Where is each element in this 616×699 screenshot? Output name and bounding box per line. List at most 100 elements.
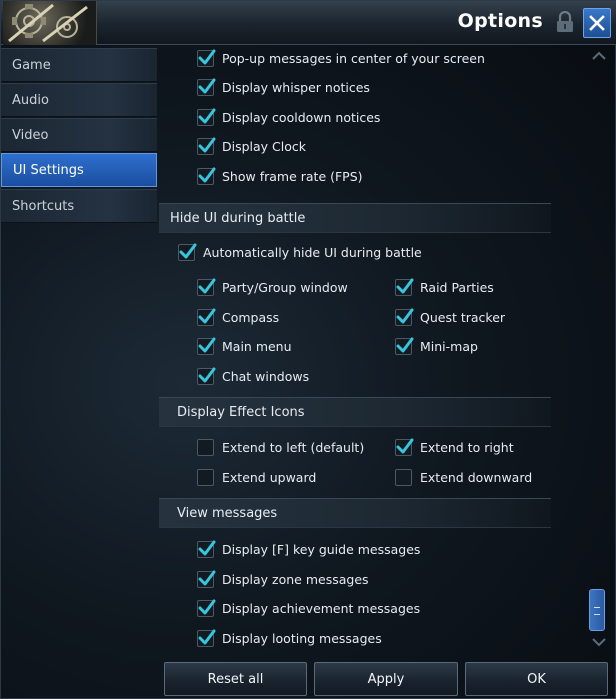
checkbox[interactable] <box>197 438 214 456</box>
options-window: Options Game Audio Video UI Settings Sho… <box>0 0 616 699</box>
option-label: Main menu <box>222 338 292 354</box>
option-quest-tracker[interactable]: Quest tracker <box>395 306 505 328</box>
check-icon <box>198 629 216 644</box>
option-f-key-guide[interactable]: Display [F] key guide messages <box>197 538 420 560</box>
option-whisper-notices[interactable]: Display whisper notices <box>197 76 370 98</box>
option-label: Extend downward <box>420 469 533 485</box>
checkbox[interactable] <box>197 167 216 185</box>
option-raid-parties[interactable]: Raid Parties <box>395 276 494 298</box>
checkbox[interactable] <box>197 570 216 588</box>
vertical-scrollbar[interactable] <box>587 46 611 656</box>
chevron-up-icon[interactable] <box>590 49 608 63</box>
checkbox[interactable] <box>197 308 216 326</box>
option-label: Quest tracker <box>420 309 506 325</box>
section-header-effect-icons: Display Effect Icons <box>159 397 551 427</box>
check-icon <box>198 570 216 585</box>
option-party-group-window[interactable]: Party/Group window <box>197 276 348 298</box>
option-display-clock[interactable]: Display Clock <box>197 135 306 157</box>
option-zone-messages[interactable]: Display zone messages <box>197 568 369 590</box>
check-icon <box>198 278 216 293</box>
window-title: Options <box>457 10 543 32</box>
option-label: Extend to right <box>420 439 514 455</box>
option-looting-messages[interactable]: Display looting messages <box>197 627 382 649</box>
option-chat-windows[interactable]: Chat windows <box>197 365 309 387</box>
check-icon <box>179 243 197 258</box>
check-icon <box>396 438 414 453</box>
option-label: Automatically hide UI during battle <box>203 244 422 260</box>
lock-icon[interactable] <box>553 9 577 35</box>
sidebar-item-video[interactable]: Video <box>1 118 157 152</box>
title-bar[interactable]: Options <box>1 1 616 45</box>
option-extend-upward[interactable]: Extend upward <box>197 466 316 488</box>
check-icon <box>198 308 216 323</box>
option-compass[interactable]: Compass <box>197 306 279 328</box>
option-label: Raid Parties <box>420 279 494 295</box>
option-label: Display Clock <box>222 138 307 154</box>
option-achievement-messages[interactable]: Display achievement messages <box>197 597 420 619</box>
section-header-view-messages: View messages <box>159 498 551 528</box>
chevron-down-icon[interactable] <box>590 635 608 649</box>
option-label: Extend upward <box>222 469 317 485</box>
checkbox[interactable] <box>395 337 414 355</box>
sidebar-item-shortcuts[interactable]: Shortcuts <box>1 189 157 223</box>
check-icon <box>198 78 216 93</box>
option-label: Mini-map <box>420 338 478 354</box>
reset-all-button[interactable]: Reset all <box>164 662 307 696</box>
check-icon <box>198 49 216 64</box>
checkbox[interactable] <box>395 308 414 326</box>
checkbox[interactable] <box>178 243 197 261</box>
checkbox[interactable] <box>395 468 412 486</box>
checkbox[interactable] <box>197 337 216 355</box>
checkbox[interactable] <box>197 137 216 155</box>
option-cooldown-notices[interactable]: Display cooldown notices <box>197 106 380 128</box>
option-label: Display achievement messages <box>222 600 421 616</box>
option-label: Show frame rate (FPS) <box>222 168 363 184</box>
checkbox[interactable] <box>197 540 216 558</box>
settings-panel: Pop-up messages in center of your screen… <box>159 46 599 656</box>
checkbox[interactable] <box>197 49 216 67</box>
option-main-menu[interactable]: Main menu <box>197 335 292 357</box>
check-icon <box>198 108 216 123</box>
option-label: Pop-up messages in center of your screen <box>222 50 485 66</box>
option-extend-right[interactable]: Extend to right <box>395 436 514 458</box>
checkbox[interactable] <box>197 278 216 296</box>
scrollbar-thumb[interactable] <box>589 589 605 631</box>
checkbox[interactable] <box>197 367 216 385</box>
ok-button[interactable]: OK <box>465 662 608 696</box>
sidebar-item-ui-settings[interactable]: UI Settings <box>1 153 157 187</box>
option-extend-downward[interactable]: Extend downward <box>395 466 532 488</box>
option-mini-map[interactable]: Mini-map <box>395 335 478 357</box>
apply-button[interactable]: Apply <box>314 662 458 696</box>
check-icon <box>396 278 414 293</box>
checkbox[interactable] <box>197 599 216 617</box>
category-sidebar: Game Audio Video UI Settings Shortcuts <box>1 46 157 226</box>
option-extend-left[interactable]: Extend to left (default) <box>197 436 364 458</box>
checkbox[interactable] <box>197 108 216 126</box>
check-icon <box>198 137 216 152</box>
checkbox[interactable] <box>197 468 214 486</box>
section-header-hide-ui: Hide UI during battle <box>159 203 551 233</box>
option-label: Display zone messages <box>222 571 369 587</box>
check-icon <box>198 367 216 382</box>
checkbox[interactable] <box>197 78 216 96</box>
check-icon <box>396 308 414 323</box>
sidebar-item-game[interactable]: Game <box>1 48 157 82</box>
checkbox[interactable] <box>395 278 414 296</box>
sidebar-item-audio[interactable]: Audio <box>1 83 157 117</box>
check-icon <box>198 540 216 555</box>
option-popup-messages[interactable]: Pop-up messages in center of your screen <box>197 47 485 69</box>
check-icon <box>198 167 216 182</box>
option-auto-hide-ui[interactable]: Automatically hide UI during battle <box>178 241 422 263</box>
option-label: Extend to left (default) <box>222 439 365 455</box>
gear-emblem-icon <box>3 1 97 45</box>
option-label: Display [F] key guide messages <box>222 541 421 557</box>
checkbox[interactable] <box>395 438 414 456</box>
close-icon[interactable] <box>583 8 611 38</box>
checkbox[interactable] <box>197 629 216 647</box>
option-label: Display looting messages <box>222 630 382 646</box>
option-show-fps[interactable]: Show frame rate (FPS) <box>197 165 363 187</box>
footer-bar: Reset all Apply OK <box>1 659 616 699</box>
option-label: Compass <box>222 309 280 325</box>
option-label: Display whisper notices <box>222 79 370 95</box>
check-icon <box>198 337 216 352</box>
